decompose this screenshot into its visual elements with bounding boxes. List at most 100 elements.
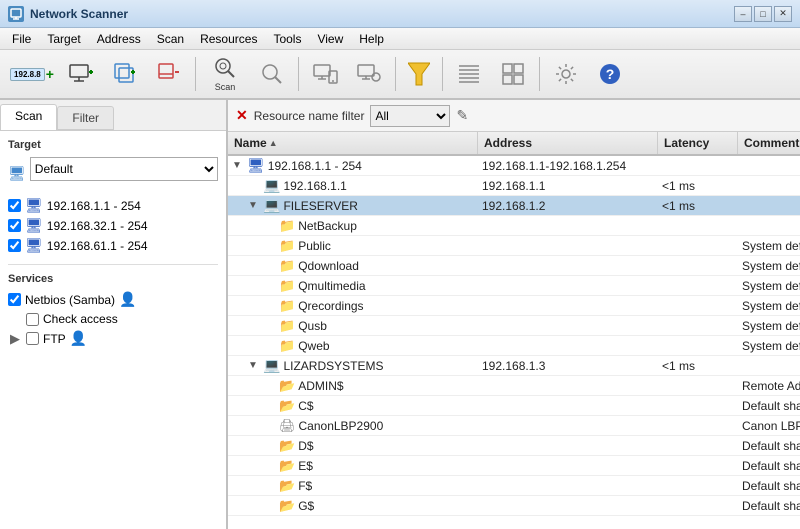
- table-row[interactable]: 📁 Qweb System default share: [228, 336, 800, 356]
- sort-arrow-name: ▲: [269, 138, 278, 148]
- row-name: 📂 ADMIN$: [228, 378, 478, 394]
- check-access-checkbox[interactable]: [26, 313, 39, 326]
- check-access-label[interactable]: Check access: [26, 312, 218, 326]
- menu-target[interactable]: Target: [39, 28, 88, 49]
- table-row[interactable]: 📂 D$ Default share: [228, 436, 800, 456]
- ftp-expand-icon[interactable]: ▶: [8, 331, 22, 347]
- table-row[interactable]: 📂 F$ Default share: [228, 476, 800, 496]
- delete-button[interactable]: [148, 54, 190, 94]
- expand-icon[interactable]: ▼: [248, 360, 260, 371]
- table-row[interactable]: ▼ 💻 LIZARDSYSTEMS 192.168.1.3 <1 ms: [228, 356, 800, 376]
- table-row[interactable]: ▼ 💻 FILESERVER 192.168.1.2 <1 ms: [228, 196, 800, 216]
- col-comment-label: Comment: [744, 136, 799, 150]
- row-name: 📂 G$: [228, 498, 478, 514]
- filter-edit-icon[interactable]: ✎: [456, 107, 468, 124]
- col-header-comment[interactable]: Comment: [738, 132, 800, 154]
- add-icon: +: [46, 66, 54, 82]
- folder-icon: 📁: [279, 278, 295, 294]
- range-2-checkbox[interactable]: [8, 219, 21, 232]
- help-icon: ?: [598, 62, 622, 86]
- row-name-text: LIZARDSYSTEMS: [283, 359, 383, 373]
- row-comment: System default share: [738, 299, 800, 313]
- settings-button[interactable]: [545, 54, 587, 94]
- table-header: Name ▲ Address Latency Comment: [228, 132, 800, 156]
- scan-button[interactable]: Scan: [201, 54, 249, 94]
- expand-spacer: [264, 399, 276, 413]
- target-dropdown[interactable]: Default: [30, 157, 218, 181]
- folder-icon: 📁: [279, 338, 295, 354]
- filter-clear-button[interactable]: ✕: [236, 107, 248, 124]
- row-name: 📁 Public: [228, 238, 478, 254]
- range-item-3[interactable]: 🖥 192.168.61.1 - 254: [8, 237, 218, 254]
- row-address: 192.168.1.2: [478, 199, 658, 213]
- filter-button[interactable]: [401, 54, 437, 94]
- close-button[interactable]: ✕: [774, 6, 792, 22]
- table-row[interactable]: 📂 G$ Default share: [228, 496, 800, 516]
- table-row[interactable]: 📂 ADMIN$ Remote Admin: [228, 376, 800, 396]
- table-row[interactable]: 📁 NetBackup: [228, 216, 800, 236]
- services-section: Services Netbios (Samba) 👤 Check access: [8, 264, 218, 347]
- menu-tools[interactable]: Tools: [265, 28, 309, 49]
- settings-icon: [554, 62, 578, 86]
- table-row[interactable]: 📂 E$ Default share: [228, 456, 800, 476]
- minimize-button[interactable]: –: [734, 6, 752, 22]
- col-header-latency[interactable]: Latency: [658, 132, 738, 154]
- left-panel-content: Target 🖥 Default 🖥 192.168.1.1 - 254 🖥: [0, 131, 226, 529]
- expand-icon[interactable]: ▼: [232, 160, 244, 171]
- menu-resources[interactable]: Resources: [192, 28, 265, 49]
- tab-scan[interactable]: Scan: [0, 104, 57, 130]
- help-button[interactable]: ?: [589, 54, 631, 94]
- row-address: 192.168.1.3: [478, 359, 658, 373]
- menu-file[interactable]: File: [4, 28, 39, 49]
- host-button[interactable]: [304, 54, 346, 94]
- expand-spacer: [264, 219, 276, 233]
- scan2-button[interactable]: [251, 54, 293, 94]
- menu-bar: File Target Address Scan Resources Tools…: [0, 28, 800, 50]
- netbios-label[interactable]: Netbios (Samba): [8, 293, 115, 307]
- table-row[interactable]: ▼ 🖥 192.168.1.1 - 254 192.168.1.1-192.16…: [228, 156, 800, 176]
- app-icon: [8, 6, 24, 22]
- row-name: 📂 D$: [228, 438, 478, 454]
- tab-filter[interactable]: Filter: [57, 106, 114, 130]
- table-row[interactable]: 📂 C$ Default share: [228, 396, 800, 416]
- filter-label-text: Resource name filter: [254, 109, 365, 123]
- netbios-checkbox[interactable]: [8, 293, 21, 306]
- col-header-name[interactable]: Name ▲: [228, 132, 478, 154]
- col-address-label: Address: [484, 136, 532, 150]
- table-row[interactable]: 📁 Qdownload System default share: [228, 256, 800, 276]
- ftp-config-icon[interactable]: 👤: [70, 330, 87, 347]
- scan2-icon: [260, 62, 284, 86]
- expand-icon[interactable]: ▼: [248, 200, 260, 211]
- view1-button[interactable]: [448, 54, 490, 94]
- add-computer-button[interactable]: [60, 54, 102, 94]
- range-1-checkbox[interactable]: [8, 199, 21, 212]
- table-row[interactable]: 📁 Qmultimedia System default share: [228, 276, 800, 296]
- menu-view[interactable]: View: [309, 28, 351, 49]
- table-row[interactable]: 💻 192.168.1.1 192.168.1.1 <1 ms: [228, 176, 800, 196]
- ftp-checkbox[interactable]: [26, 332, 39, 345]
- row-name-text: Qrecordings: [298, 299, 363, 313]
- add-target-button[interactable]: 192.8.8 +: [6, 54, 58, 94]
- range-item-2[interactable]: 🖥 192.168.32.1 - 254: [8, 217, 218, 234]
- copy-button[interactable]: [104, 54, 146, 94]
- maximize-button[interactable]: □: [754, 6, 772, 22]
- view1-icon: [457, 62, 481, 86]
- table-row[interactable]: 🖨 CanonLBP2900 Canon LBP2900: [228, 416, 800, 436]
- table-row[interactable]: 📁 Public System default share: [228, 236, 800, 256]
- row-name: 📁 Qrecordings: [228, 298, 478, 314]
- view2-button[interactable]: [492, 54, 534, 94]
- ftp-label[interactable]: FTP: [26, 332, 66, 346]
- menu-scan[interactable]: Scan: [149, 28, 192, 49]
- range-item-1[interactable]: 🖥 192.168.1.1 - 254: [8, 197, 218, 214]
- menu-help[interactable]: Help: [351, 28, 392, 49]
- col-header-address[interactable]: Address: [478, 132, 658, 154]
- row-name-text: Qusb: [298, 319, 327, 333]
- netbios-config-icon[interactable]: 👤: [119, 291, 136, 308]
- filter-dropdown[interactable]: All: [370, 105, 450, 127]
- table-row[interactable]: 📁 Qrecordings System default share: [228, 296, 800, 316]
- host2-button[interactable]: [348, 54, 390, 94]
- range-3-checkbox[interactable]: [8, 239, 21, 252]
- row-name: ▼ 💻 LIZARDSYSTEMS: [228, 357, 478, 374]
- table-row[interactable]: 📁 Qusb System default share: [228, 316, 800, 336]
- menu-address[interactable]: Address: [89, 28, 149, 49]
